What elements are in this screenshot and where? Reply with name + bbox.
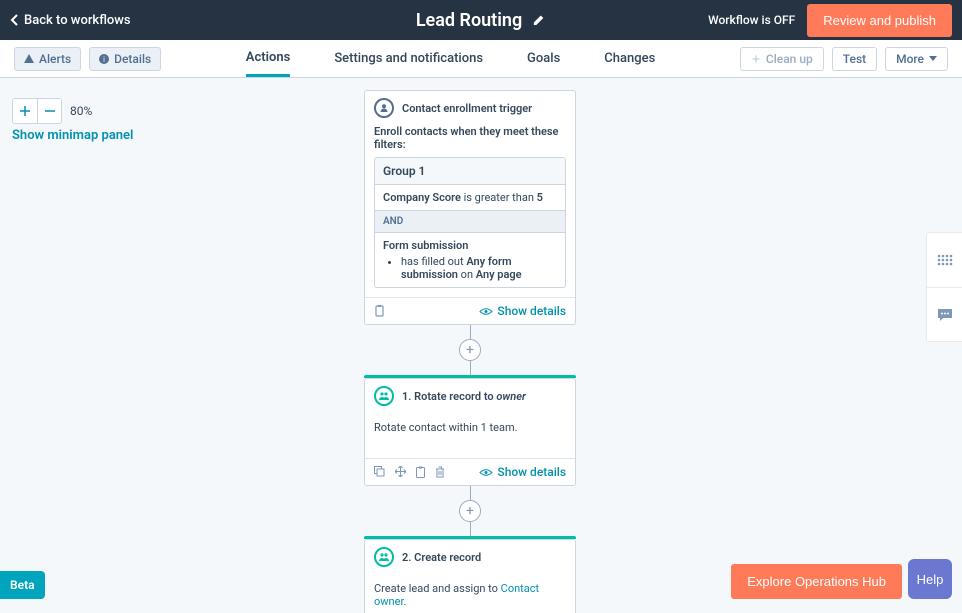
action2-body: Create lead and assign to Contact owner. [365, 574, 575, 613]
filter-form-submission: Form submission has filled out Any form … [375, 233, 565, 287]
subnav: Alerts i Details Actions Settings and no… [0, 40, 962, 78]
chevron-down-icon [929, 56, 937, 61]
clipboard-icon[interactable] [374, 305, 385, 317]
tab-goals[interactable]: Goals [527, 40, 560, 77]
edit-title-icon[interactable] [532, 13, 546, 27]
show-minimap-link[interactable]: Show minimap panel [12, 128, 133, 143]
sparkle-icon [751, 54, 761, 64]
explore-operations-hub-button[interactable]: Explore Operations Hub [731, 564, 902, 599]
topbar: Back to workflows Lead Routing Workflow … [0, 0, 962, 40]
show-details-trigger[interactable]: Show details [479, 304, 566, 318]
action1-title: 1. Rotate record to owner [402, 390, 526, 403]
back-link-label: Back to workflows [24, 13, 131, 28]
enroll-text: Enroll contacts when they meet these fil… [374, 125, 566, 151]
and-operator: AND [375, 211, 565, 233]
info-icon: i [99, 54, 109, 64]
eye-icon [479, 468, 493, 477]
zoom-in-button[interactable] [13, 99, 37, 123]
details-label: Details [114, 52, 151, 66]
delete-icon[interactable] [435, 466, 445, 478]
back-to-workflows-link[interactable]: Back to workflows [10, 13, 131, 28]
clipboard-icon[interactable] [416, 466, 425, 478]
contact-icon [374, 98, 394, 118]
zoom-controls: 80% [12, 98, 92, 124]
test-button[interactable]: Test [832, 47, 877, 71]
copy-icon[interactable] [374, 466, 385, 478]
side-float-panel [926, 232, 962, 342]
grid-icon-button[interactable] [927, 233, 962, 287]
more-button[interactable]: More [885, 47, 948, 71]
chevron-left-icon [10, 14, 20, 26]
zoom-out-button[interactable] [37, 99, 61, 123]
page-title: Lead Routing [416, 10, 522, 31]
cleanup-button[interactable]: Clean up [740, 47, 824, 71]
action2-title: 2. Create record [402, 551, 481, 564]
workflow-status: Workflow is OFF [708, 13, 795, 27]
eye-icon [479, 307, 493, 316]
tab-actions[interactable]: Actions [246, 40, 291, 77]
add-action-node-2[interactable]: + [459, 500, 481, 522]
trigger-card[interactable]: Contact enrollment trigger Enroll contac… [364, 90, 576, 325]
team-icon [374, 547, 394, 567]
alerts-label: Alerts [39, 52, 71, 66]
tab-settings[interactable]: Settings and notifications [334, 40, 483, 77]
action-rotate-card[interactable]: 1. Rotate record to owner Rotate contact… [364, 378, 576, 486]
action-create-card[interactable]: 2. Create record Create lead and assign … [364, 539, 576, 613]
details-button[interactable]: i Details [89, 47, 161, 71]
trigger-title: Contact enrollment trigger [402, 102, 532, 115]
cleanup-label: Clean up [766, 52, 813, 66]
action1-body: Rotate contact within 1 team. [365, 413, 575, 458]
beta-badge[interactable]: Beta [0, 571, 45, 599]
help-button[interactable]: Help [908, 559, 952, 599]
filter-company-score: Company Score is greater than 5 [375, 185, 565, 211]
move-icon[interactable] [395, 466, 406, 478]
workflow-canvas: 80% Show minimap panel Contact enrollmen… [0, 78, 962, 613]
add-action-node-1[interactable]: + [459, 339, 481, 361]
more-label: More [896, 52, 924, 66]
zoom-level: 80% [70, 104, 92, 118]
alerts-button[interactable]: Alerts [14, 47, 81, 71]
alert-icon [24, 54, 34, 64]
tab-changes[interactable]: Changes [604, 40, 655, 77]
show-details-action1[interactable]: Show details [479, 465, 566, 479]
filter-group: Group 1 Company Score is greater than 5 … [374, 157, 566, 288]
group-label: Group 1 [375, 158, 565, 185]
comment-icon-button[interactable] [927, 287, 962, 341]
svg-text:i: i [103, 55, 105, 64]
review-publish-button[interactable]: Review and publish [807, 4, 952, 37]
team-icon [374, 386, 394, 406]
